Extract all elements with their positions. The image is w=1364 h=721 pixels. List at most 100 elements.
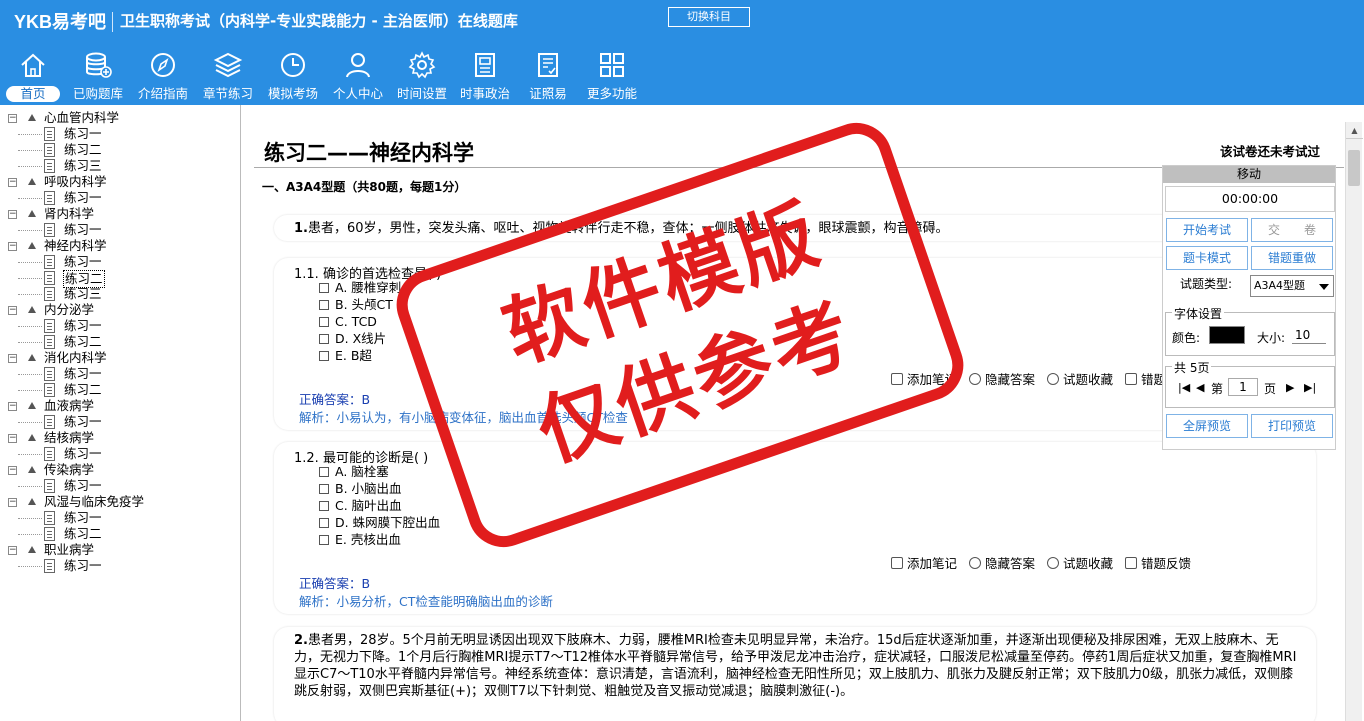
tree-group[interactable]: − 职业病学: [4, 542, 234, 558]
option-c[interactable]: C. TCD: [319, 314, 377, 330]
collapse-icon[interactable]: −: [8, 434, 17, 443]
tree-item[interactable]: 练习一: [4, 558, 234, 574]
option-checkbox[interactable]: [319, 484, 329, 494]
collapse-icon[interactable]: −: [8, 306, 17, 315]
nav-guide[interactable]: 介绍指南: [130, 48, 196, 105]
option-checkbox[interactable]: [319, 535, 329, 545]
nav-more-functions[interactable]: 更多功能: [580, 48, 644, 105]
tree-item[interactable]: 练习二: [4, 142, 234, 158]
option-d[interactable]: D. X线片: [319, 331, 386, 347]
add-note-button[interactable]: 添加笔记: [891, 553, 957, 572]
tree-group[interactable]: − 风湿与临床免疫学: [4, 494, 234, 510]
option-e[interactable]: E. 壳核出血: [319, 532, 401, 548]
scroll-thumb[interactable]: [1348, 150, 1360, 186]
hide-answer-button[interactable]: 隐藏答案: [969, 553, 1035, 572]
tree-group[interactable]: − 心血管内科学: [4, 110, 234, 126]
tree-item[interactable]: 练习一: [4, 222, 234, 238]
collapse-icon[interactable]: −: [8, 498, 17, 507]
option-checkbox[interactable]: [319, 351, 329, 361]
submit-button[interactable]: 交 卷: [1251, 218, 1333, 242]
font-color-swatch[interactable]: [1209, 326, 1245, 344]
add-note-button[interactable]: 添加笔记: [891, 369, 957, 388]
option-checkbox[interactable]: [319, 501, 329, 511]
option-e[interactable]: E. B超: [319, 348, 372, 364]
nav-chapter-practice[interactable]: 章节练习: [196, 48, 260, 105]
favorite-button[interactable]: 试题收藏: [1047, 369, 1113, 388]
nav-mock-exam[interactable]: 模拟考场: [260, 48, 326, 105]
tree-item[interactable]: 练习二: [4, 270, 234, 288]
tree-item[interactable]: 练习一: [4, 414, 234, 430]
option-checkbox[interactable]: [319, 317, 329, 327]
option-checkbox[interactable]: [319, 518, 329, 528]
collapse-icon[interactable]: −: [8, 466, 17, 475]
tree-item[interactable]: 练习一: [4, 510, 234, 526]
last-page-icon[interactable]: ▶|: [1304, 381, 1316, 394]
option-checkbox[interactable]: [319, 283, 329, 293]
print-preview-button[interactable]: 打印预览: [1251, 414, 1333, 438]
nav-home[interactable]: 首页: [0, 48, 66, 105]
tree-group[interactable]: − 肾内科学: [4, 206, 234, 222]
collapse-icon[interactable]: −: [8, 354, 17, 363]
tree-item[interactable]: 练习二: [4, 382, 234, 398]
feedback-button[interactable]: 错题反馈: [1125, 553, 1191, 572]
collapse-icon[interactable]: −: [8, 242, 17, 251]
tree-item[interactable]: 练习一: [4, 318, 234, 334]
fullscreen-preview-button[interactable]: 全屏预览: [1166, 414, 1248, 438]
tree-item[interactable]: 练习一: [4, 254, 234, 270]
tree-group[interactable]: − 神经内科学: [4, 238, 234, 254]
collapse-icon[interactable]: −: [8, 178, 17, 187]
option-b[interactable]: B. 小脑出血: [319, 481, 402, 497]
option-a[interactable]: A. 脑栓塞: [319, 464, 389, 480]
start-exam-button[interactable]: 开始考试: [1166, 218, 1248, 242]
option-checkbox[interactable]: [319, 334, 329, 344]
document-icon: [44, 415, 55, 429]
tree-item[interactable]: 练习三: [4, 158, 234, 174]
tree-group[interactable]: − 传染病学: [4, 462, 234, 478]
document-icon: [44, 143, 55, 157]
favorite-button[interactable]: 试题收藏: [1047, 553, 1113, 572]
nav-certificate[interactable]: 证照易: [516, 48, 580, 105]
correct-answer: 正确答案：B: [299, 576, 371, 591]
prev-page-icon[interactable]: ◀: [1196, 381, 1204, 394]
tree-group[interactable]: − 呼吸内科学: [4, 174, 234, 190]
page-input[interactable]: 1: [1228, 378, 1258, 396]
nav-time-settings[interactable]: 时间设置: [390, 48, 454, 105]
panel-move-handle[interactable]: 移动: [1163, 166, 1335, 183]
vertical-scrollbar[interactable]: ▲: [1345, 122, 1363, 721]
tree-group[interactable]: − 结核病学: [4, 430, 234, 446]
tree-item[interactable]: 练习二: [4, 526, 234, 542]
collapse-icon[interactable]: −: [8, 546, 17, 555]
collapse-icon[interactable]: −: [8, 402, 17, 411]
redo-wrong-button[interactable]: 错题重做: [1251, 246, 1333, 270]
option-a[interactable]: A. 腰椎穿刺: [319, 280, 401, 296]
tree-item[interactable]: 练习一: [4, 126, 234, 142]
tree-group[interactable]: − 消化内科学: [4, 350, 234, 366]
option-checkbox[interactable]: [319, 300, 329, 310]
collapse-icon[interactable]: −: [8, 114, 17, 123]
option-b[interactable]: B. 头颅CT: [319, 297, 393, 313]
tree-group[interactable]: − 内分泌学: [4, 302, 234, 318]
tree-item[interactable]: 练习一: [4, 190, 234, 206]
card-mode-button[interactable]: 题卡模式: [1166, 246, 1248, 270]
tree-group[interactable]: − 血液病学: [4, 398, 234, 414]
tree-item[interactable]: 练习二: [4, 334, 234, 350]
first-page-icon[interactable]: |◀: [1178, 381, 1190, 394]
scroll-up-icon[interactable]: ▲: [1346, 122, 1363, 139]
nav-personal-center[interactable]: 个人中心: [326, 48, 390, 105]
hide-answer-button[interactable]: 隐藏答案: [969, 369, 1035, 388]
option-d[interactable]: D. 蛛网膜下腔出血: [319, 515, 440, 531]
tree-item[interactable]: 练习一: [4, 478, 234, 494]
option-checkbox[interactable]: [319, 467, 329, 477]
nav-purchased-banks[interactable]: 已购题库: [66, 48, 130, 105]
nav-current-affairs[interactable]: 时事政治: [454, 48, 516, 105]
font-size-input[interactable]: 10: [1292, 326, 1326, 344]
question-type-select[interactable]: A3A4型题: [1250, 275, 1334, 297]
tree-item[interactable]: 练习一: [4, 446, 234, 462]
collapse-icon[interactable]: −: [8, 210, 17, 219]
switch-subject-button[interactable]: 切换科目: [668, 7, 750, 27]
option-c[interactable]: C. 脑叶出血: [319, 498, 402, 514]
document-icon: [44, 335, 55, 349]
tree-item[interactable]: 练习一: [4, 366, 234, 382]
tree-item[interactable]: 练习三: [4, 286, 234, 302]
next-page-icon[interactable]: ▶: [1286, 381, 1294, 394]
